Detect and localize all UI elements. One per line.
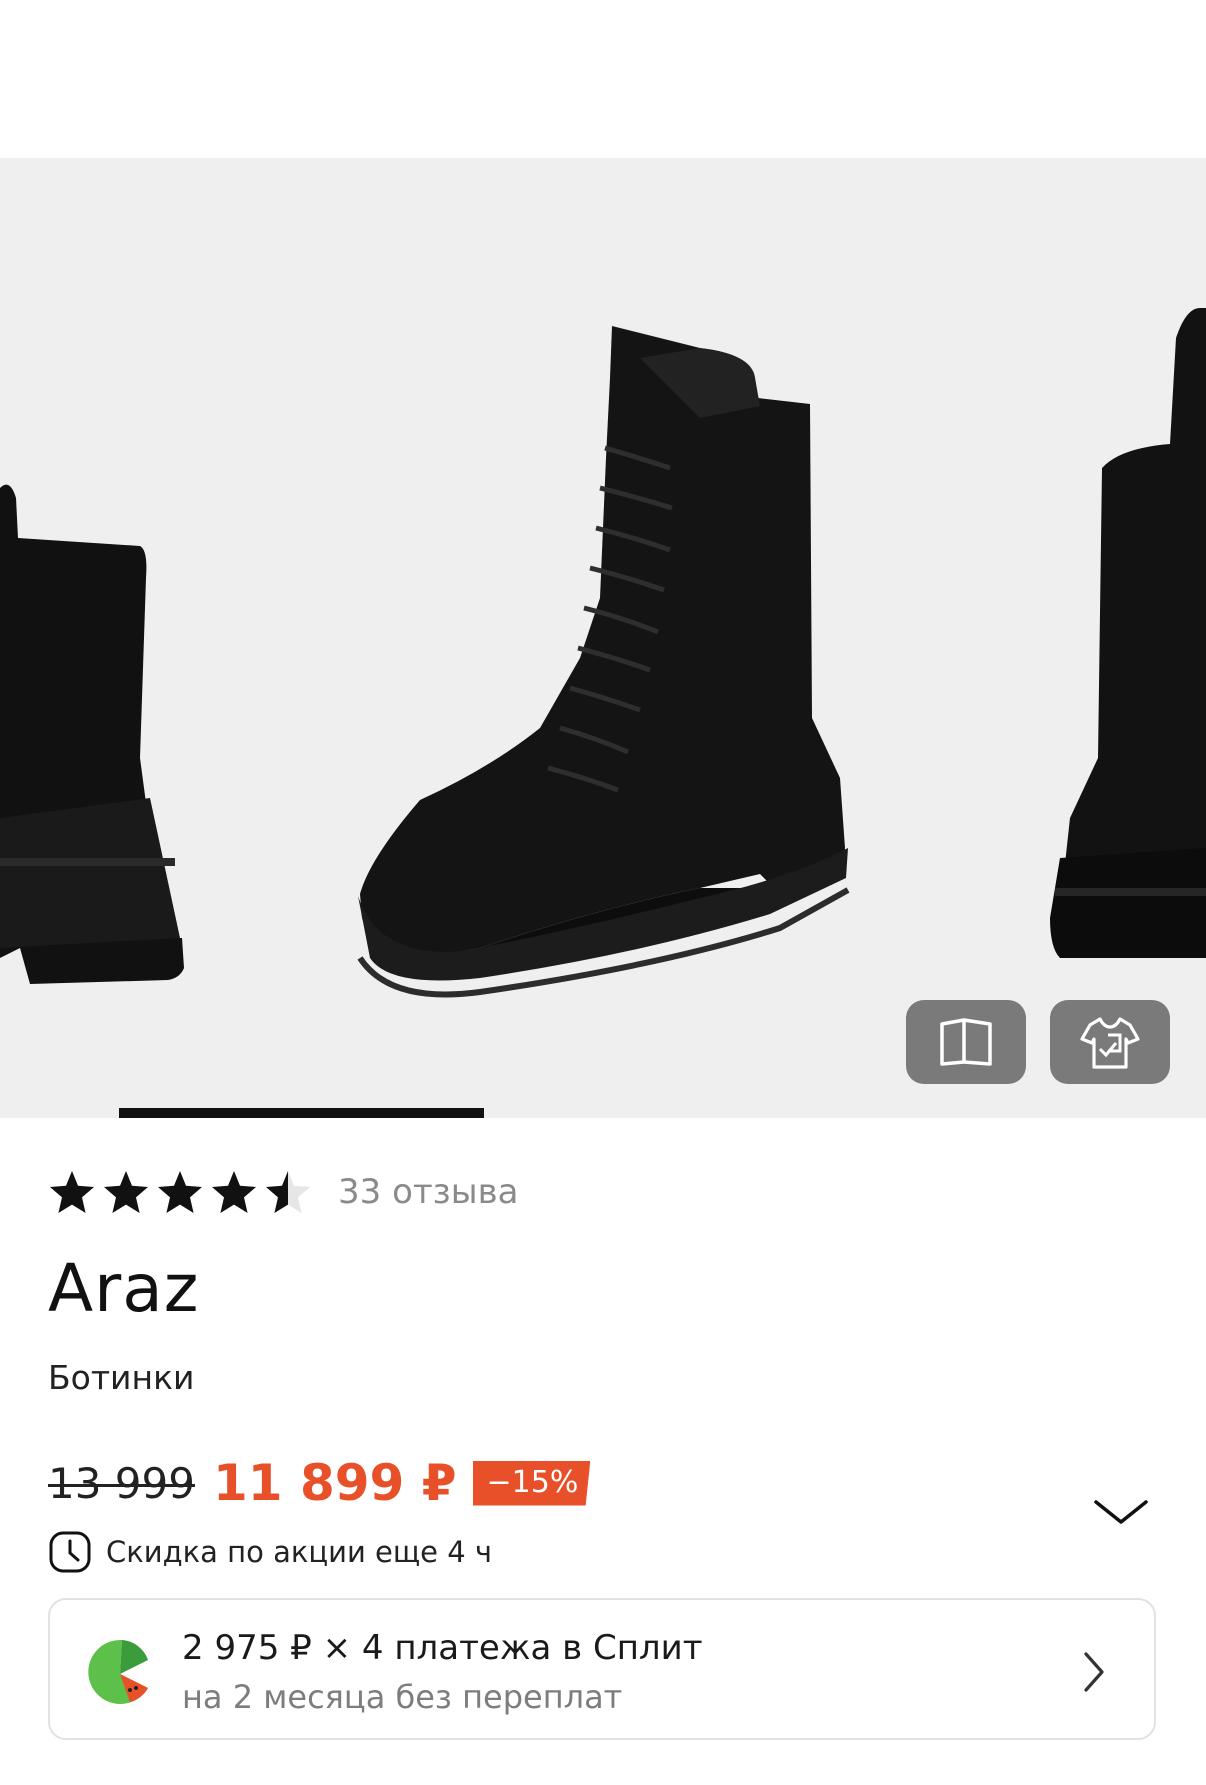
brand-name[interactable]: Araz [48, 1250, 199, 1327]
star-icon [50, 1171, 94, 1213]
split-payment-card[interactable]: 2 975 ₽ × 4 платежа в Сплит на 2 месяца … [48, 1598, 1156, 1740]
product-page: 33 отзыва Araz Ботинки 13 999 11 899 ₽ −… [0, 0, 1206, 1785]
product-category: Ботинки [48, 1358, 195, 1397]
split-subtitle: на 2 месяца без переплат [182, 1678, 623, 1716]
split-title: 2 975 ₽ × 4 платежа в Сплит [182, 1628, 703, 1668]
star-half-icon [266, 1171, 310, 1213]
promo-timer-row: Скидка по акции еще 4 ч [48, 1530, 492, 1574]
rating-row[interactable]: 33 отзыва [48, 1166, 518, 1218]
try-on-icon [1080, 1017, 1140, 1069]
brochure-button[interactable] [906, 1000, 1026, 1084]
price-row: 13 999 11 899 ₽ −15% [48, 1454, 591, 1512]
split-logo-icon [88, 1639, 148, 1704]
gallery-pager-indicator [119, 1108, 484, 1118]
clock-icon [49, 1531, 91, 1573]
product-photo [0, 308, 1206, 998]
star-icon [104, 1171, 148, 1213]
reviews-count-link[interactable]: 33 отзыва [338, 1172, 518, 1212]
star-icon [158, 1171, 202, 1213]
top-bar [0, 0, 1206, 158]
old-price: 13 999 [48, 1458, 195, 1508]
star-icon [212, 1171, 256, 1213]
discount-badge: −15% [472, 1460, 591, 1506]
brochure-icon [940, 1018, 992, 1066]
chevron-right-icon [1084, 1652, 1104, 1692]
rating-stars [48, 1169, 312, 1215]
current-price: 11 899 ₽ [212, 1454, 457, 1512]
product-gallery[interactable] [0, 158, 1206, 1118]
promo-timer-text: Скидка по акции еще 4 ч [106, 1535, 493, 1569]
chevron-down-icon[interactable] [1092, 1496, 1150, 1530]
try-on-button[interactable] [1050, 1000, 1170, 1084]
